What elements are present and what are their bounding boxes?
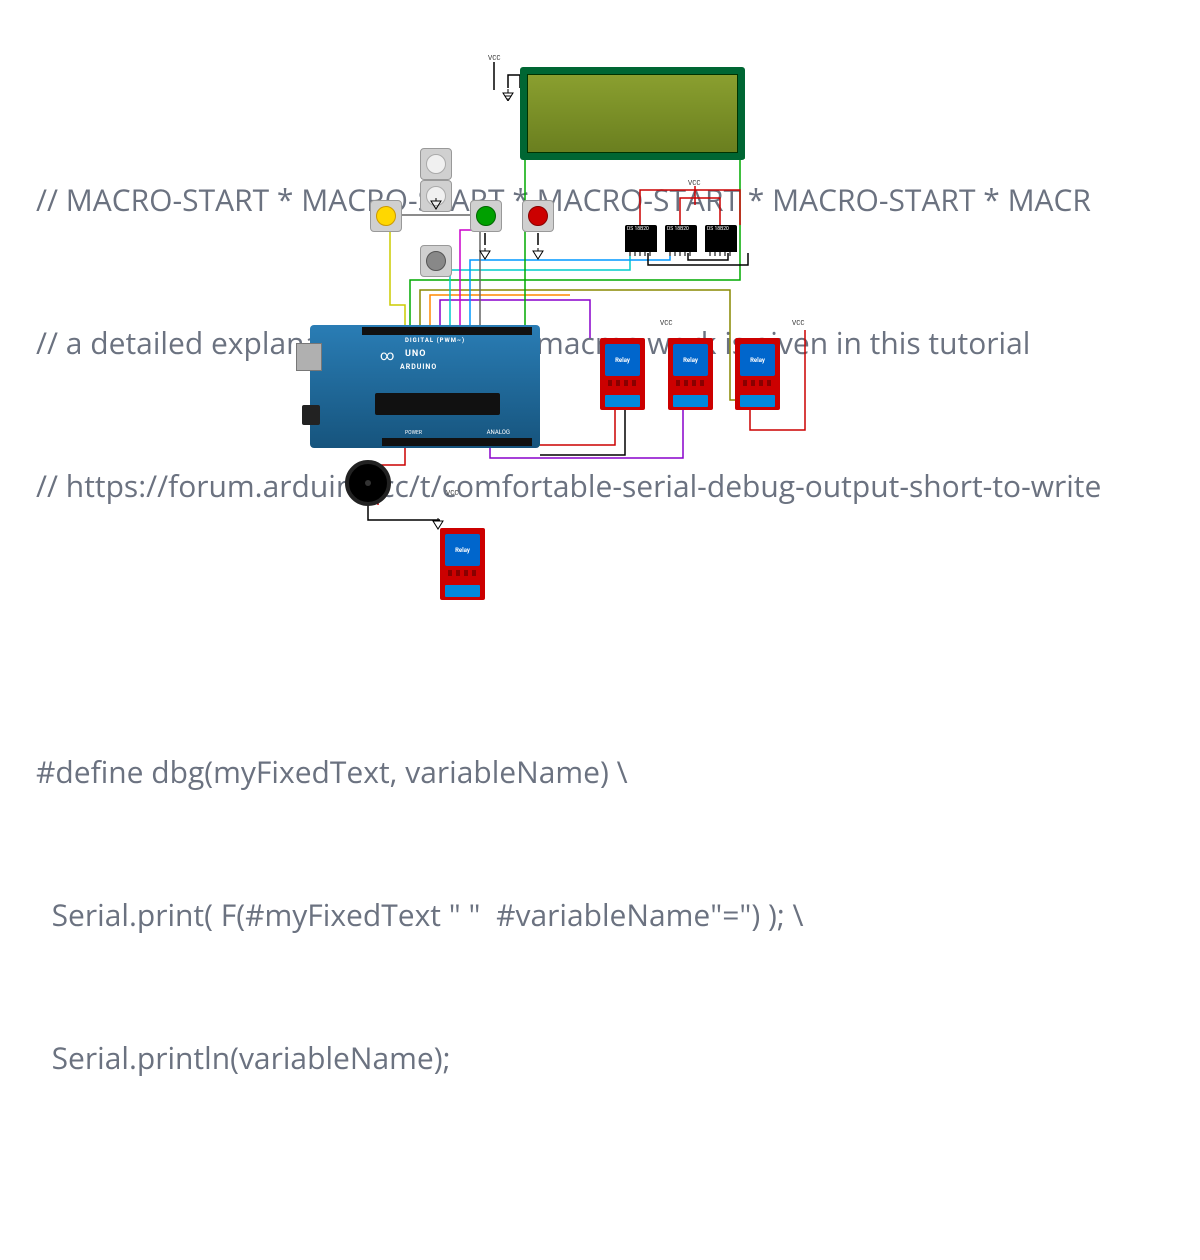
vcc-label: VCC bbox=[488, 55, 501, 63]
temp-sensor-3: DS 18B20 bbox=[705, 225, 737, 252]
arduino-analog-label: ANALOG bbox=[487, 429, 510, 436]
code-line: Serial.println(variableName); bbox=[36, 1034, 1200, 1081]
code-line: Serial.print( F(#myFixedText " " #variab… bbox=[36, 891, 1200, 938]
arduino-digital-label: DIGITAL (PWM~) bbox=[405, 337, 465, 344]
pushbutton-white-1 bbox=[420, 148, 452, 180]
arduino-digital-headers bbox=[362, 327, 532, 335]
relay-terminal bbox=[445, 585, 480, 597]
temp-sensor-2: DS 18B20 bbox=[665, 225, 697, 252]
vcc-label: VCC bbox=[792, 320, 805, 328]
sensor-label: DS 18B20 bbox=[627, 226, 649, 232]
relay-pins bbox=[676, 380, 705, 386]
relay-module-1: Relay bbox=[600, 338, 645, 410]
pushbutton-red bbox=[522, 200, 554, 232]
relay-pins bbox=[448, 570, 477, 576]
arduino-brand-label: ARDUINO bbox=[400, 363, 437, 371]
sensor-label: DS 18B20 bbox=[667, 226, 689, 232]
vcc-label: VCC bbox=[688, 180, 701, 188]
relay-pins bbox=[743, 380, 772, 386]
arduino-usb-port bbox=[296, 343, 322, 371]
piezo-buzzer bbox=[345, 460, 391, 506]
relay-module-2: Relay bbox=[668, 338, 713, 410]
lcd-screen bbox=[527, 74, 738, 153]
relay-pins bbox=[608, 380, 637, 386]
pushbutton-yellow bbox=[370, 200, 402, 232]
vcc-label: VCC bbox=[660, 320, 673, 328]
arduino-uno-label: UNO bbox=[405, 349, 427, 359]
code-line bbox=[36, 1177, 1200, 1224]
temp-sensor-1: DS 18B20 bbox=[625, 225, 657, 252]
relay-terminal bbox=[605, 395, 640, 407]
code-line bbox=[36, 605, 1200, 652]
vcc-label: VCC bbox=[446, 490, 459, 498]
relay-label: Relay bbox=[605, 344, 640, 376]
relay-module-3: Relay bbox=[735, 338, 780, 410]
sensor-label: DS 18B20 bbox=[707, 226, 729, 232]
relay-terminal bbox=[673, 395, 708, 407]
arduino-logo-icon: ∞ bbox=[380, 348, 394, 364]
ground-symbol-icon bbox=[532, 245, 544, 257]
pushbutton-green bbox=[470, 200, 502, 232]
arduino-uno-board: ∞ DIGITAL (PWM~) UNO ARDUINO ANALOG POWE… bbox=[310, 325, 540, 448]
relay-terminal bbox=[740, 395, 775, 407]
code-line: #define dbg(myFixedText, variableName) \ bbox=[36, 748, 1200, 795]
pushbutton-gray bbox=[420, 245, 452, 277]
relay-label: Relay bbox=[445, 534, 480, 566]
arduino-power-jack bbox=[302, 405, 320, 425]
relay-label: Relay bbox=[673, 344, 708, 376]
lcd-display bbox=[520, 67, 745, 160]
ground-symbol-icon bbox=[479, 245, 491, 257]
ground-symbol-icon bbox=[432, 515, 444, 527]
ground-symbol-icon bbox=[502, 86, 514, 98]
relay-module-4: Relay bbox=[440, 528, 485, 600]
circuit-diagram: DS 18B20 DS 18B20 DS 18B20 ∞ DIGITAL (PW… bbox=[260, 50, 910, 610]
relay-label: Relay bbox=[740, 344, 775, 376]
ground-symbol-icon bbox=[430, 195, 442, 207]
arduino-power-label: POWER bbox=[405, 430, 422, 436]
arduino-atmega-chip bbox=[375, 393, 500, 415]
arduino-analog-headers bbox=[382, 438, 532, 446]
